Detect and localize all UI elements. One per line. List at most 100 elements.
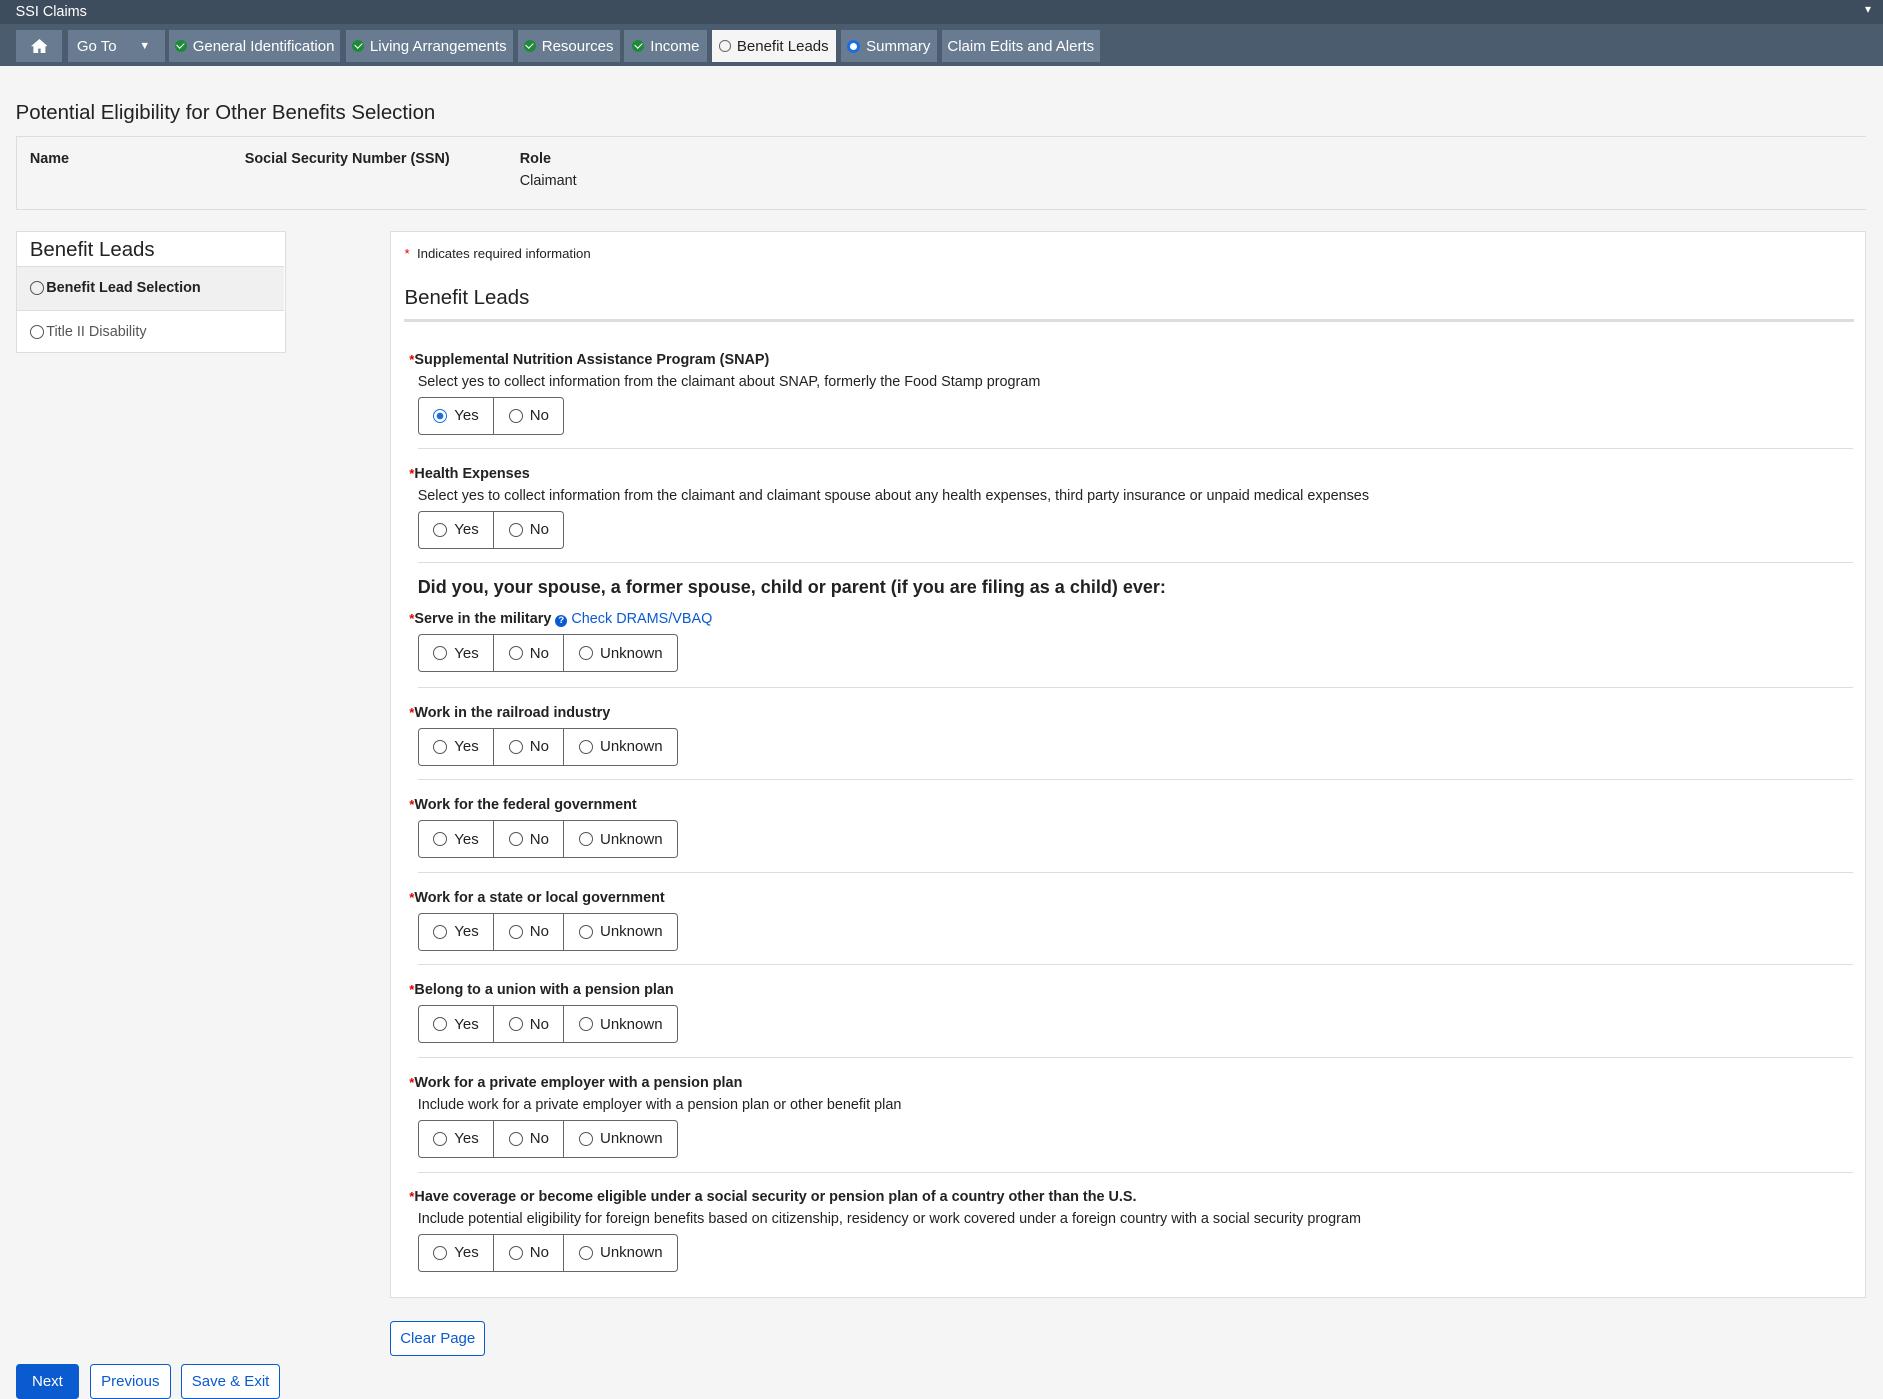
radio-icon bbox=[508, 646, 523, 661]
tab-label: Living Arrangements bbox=[369, 37, 507, 55]
radio-label: Yes bbox=[454, 1130, 479, 1148]
radio-label: Unknown bbox=[600, 923, 663, 941]
question-label: *Work for a private employer with a pens… bbox=[409, 1075, 1852, 1091]
radio-option-unknown[interactable]: Unknown bbox=[563, 1120, 677, 1157]
question-label: *Health Expenses bbox=[409, 466, 1852, 482]
circle-icon bbox=[29, 281, 44, 296]
radio-icon bbox=[578, 1245, 593, 1260]
radio-option-yes[interactable]: Yes bbox=[419, 1006, 494, 1042]
tab-label: Income bbox=[650, 37, 700, 55]
radio-group: Yes No Unknown bbox=[417, 634, 678, 673]
radio-option-unknown[interactable]: Unknown bbox=[563, 1006, 677, 1043]
question-text: Serve in the military bbox=[414, 611, 552, 628]
tab-summary[interactable]: Summary bbox=[840, 30, 937, 63]
question-label: *Supplemental Nutrition Assistance Progr… bbox=[409, 352, 1852, 368]
tab-general-identification[interactable]: General Identification bbox=[169, 30, 340, 63]
radio-option-yes[interactable]: Yes bbox=[419, 398, 494, 434]
radio-option-no[interactable]: No bbox=[493, 821, 563, 858]
radio-option-yes[interactable]: Yes bbox=[419, 729, 494, 765]
previous-button[interactable]: Previous bbox=[90, 1364, 171, 1399]
radio-label: No bbox=[529, 1015, 549, 1033]
radio-label: No bbox=[529, 1244, 549, 1262]
question-6: *Work for a state or local government Yes… bbox=[409, 890, 1853, 951]
radio-option-yes[interactable]: Yes bbox=[419, 821, 494, 857]
goto-dropdown[interactable]: Go To ▼ bbox=[68, 30, 165, 63]
divider bbox=[417, 779, 1853, 781]
required-asterisk: * bbox=[404, 245, 410, 261]
radio-option-no[interactable]: No bbox=[493, 635, 563, 672]
radio-label: No bbox=[529, 644, 549, 662]
tab-label: Benefit Leads bbox=[736, 37, 829, 55]
radio-option-no[interactable]: No bbox=[493, 728, 563, 765]
radio-icon bbox=[508, 739, 523, 754]
question-text: Have coverage or become eligible under a… bbox=[414, 1188, 1137, 1205]
radio-option-no[interactable]: No bbox=[493, 913, 563, 950]
check-icon bbox=[174, 40, 187, 53]
clear-page-button[interactable]: Clear Page bbox=[390, 1320, 486, 1356]
radio-label: Unknown bbox=[600, 1244, 663, 1262]
required-note-text: Indicates required information bbox=[416, 245, 591, 261]
app-title: SSI Claims bbox=[15, 3, 87, 20]
check-drams-vbaq-link[interactable]: ? Check DRAMS/VBAQ bbox=[555, 611, 712, 628]
radio-icon bbox=[578, 832, 593, 847]
sidebar-item-benefit-lead-selection[interactable]: Benefit Lead Selection bbox=[16, 266, 285, 310]
radio-icon bbox=[433, 832, 448, 847]
tab-income[interactable]: Income bbox=[624, 30, 708, 63]
radio-option-yes[interactable]: Yes bbox=[419, 635, 494, 671]
question-label: *Work for the federal government bbox=[409, 797, 1852, 813]
circle-icon bbox=[719, 40, 731, 53]
radio-label: No bbox=[529, 830, 549, 848]
radio-group: Yes No Unknown bbox=[417, 1005, 678, 1044]
role-value: Claimant bbox=[519, 172, 577, 189]
radio-option-unknown[interactable]: Unknown bbox=[563, 821, 677, 858]
sidebar-item-title-ii-disability[interactable]: Title II Disability bbox=[16, 309, 285, 353]
home-button[interactable] bbox=[15, 30, 63, 63]
radio-icon bbox=[433, 1245, 448, 1260]
save-exit-button[interactable]: Save & Exit bbox=[181, 1364, 280, 1399]
radio-option-yes[interactable]: Yes bbox=[419, 512, 494, 548]
radio-label: Yes bbox=[454, 830, 479, 848]
next-button[interactable]: Next bbox=[15, 1364, 80, 1399]
radio-icon bbox=[433, 408, 448, 423]
question-text: Supplemental Nutrition Assistance Progra… bbox=[414, 351, 770, 368]
help-icon: ? bbox=[555, 615, 568, 628]
radio-option-unknown[interactable]: Unknown bbox=[563, 635, 677, 672]
radio-option-unknown[interactable]: Unknown bbox=[563, 1234, 677, 1271]
radio-option-yes[interactable]: Yes bbox=[419, 1235, 494, 1271]
radio-label: No bbox=[529, 407, 549, 425]
question-label: *Belong to a union with a pension plan bbox=[409, 982, 1852, 998]
radio-group: Yes No Unknown bbox=[417, 912, 678, 951]
caret-down-icon[interactable]: ▾ bbox=[1865, 2, 1871, 16]
section-title: Benefit Leads bbox=[404, 286, 530, 309]
radio-icon bbox=[578, 924, 593, 939]
question-text: Health Expenses bbox=[414, 465, 530, 482]
radio-icon bbox=[433, 924, 448, 939]
divider bbox=[404, 319, 1854, 322]
radio-icon bbox=[433, 739, 448, 754]
question-2: *Health Expenses Select yes to collect in… bbox=[409, 466, 1853, 549]
radio-option-yes[interactable]: Yes bbox=[419, 914, 494, 950]
radio-option-yes[interactable]: Yes bbox=[419, 1121, 494, 1157]
radio-group: Yes No Unknown bbox=[417, 1119, 678, 1158]
radio-option-no[interactable]: No bbox=[493, 511, 563, 548]
radio-option-no[interactable]: No bbox=[493, 1006, 563, 1043]
tab-resources[interactable]: Resources bbox=[517, 30, 620, 63]
tab-claim-edits-alerts[interactable]: Claim Edits and Alerts bbox=[941, 30, 1101, 63]
radio-label: Unknown bbox=[600, 1130, 663, 1148]
question-text: Work for the federal government bbox=[414, 797, 637, 814]
tab-living-arrangements[interactable]: Living Arrangements bbox=[345, 30, 513, 63]
question-label: *Work in the railroad industry bbox=[409, 705, 1852, 721]
check-icon bbox=[632, 40, 645, 53]
radio-option-unknown[interactable]: Unknown bbox=[563, 728, 677, 765]
question-4: *Work in the railroad industry Yes No Unkno… bbox=[409, 705, 1853, 766]
goto-label: Go To bbox=[76, 37, 117, 55]
tab-benefit-leads[interactable]: Benefit Leads bbox=[712, 30, 836, 63]
radio-label: Yes bbox=[454, 923, 479, 941]
radio-option-no[interactable]: No bbox=[493, 1120, 563, 1157]
radio-option-unknown[interactable]: Unknown bbox=[563, 913, 677, 950]
radio-group: Yes No bbox=[417, 510, 565, 549]
radio-label: Yes bbox=[454, 1015, 479, 1033]
radio-option-no[interactable]: No bbox=[493, 1234, 563, 1271]
radio-label: Unknown bbox=[600, 1015, 663, 1033]
radio-option-no[interactable]: No bbox=[493, 397, 563, 434]
